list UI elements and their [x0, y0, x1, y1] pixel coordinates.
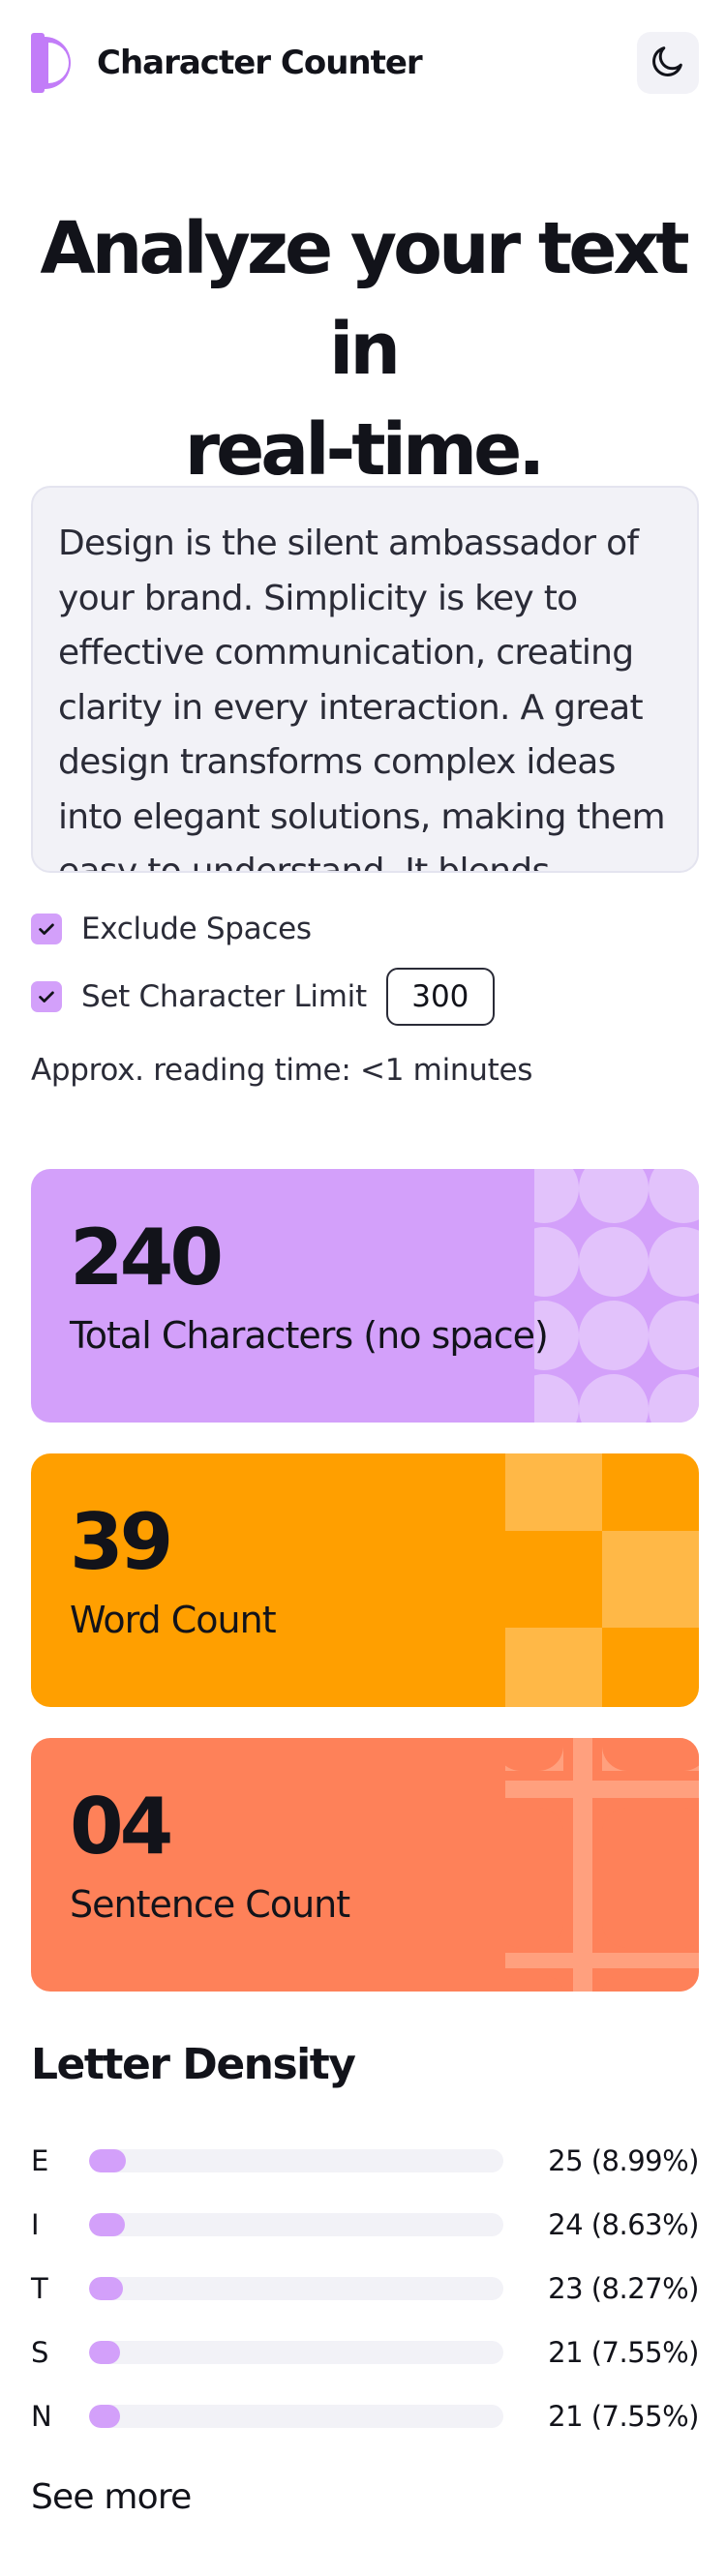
total-characters-value: 240 [70, 1213, 224, 1303]
density-bar-fill [89, 2405, 121, 2428]
rounded-grid-pattern [505, 1738, 699, 1992]
density-bar [89, 2149, 503, 2172]
hero-line-2: real-time. [184, 408, 546, 492]
sentence-count-card: 04 Sentence Count [31, 1738, 699, 1992]
density-letter: I [31, 2208, 40, 2241]
density-row: T 23 (8.27%) [31, 2257, 699, 2321]
text-input-area[interactable]: Design is the silent ambassador of your … [31, 486, 699, 873]
density-row: S 21 (7.55%) [31, 2321, 699, 2384]
exclude-spaces-checkbox[interactable] [31, 914, 62, 944]
density-letter: E [31, 2144, 49, 2177]
density-bar-fill [89, 2341, 121, 2364]
density-count: 25 (8.99%) [548, 2144, 699, 2177]
squares-pattern [505, 1453, 699, 1707]
app-title: Character Counter [97, 44, 423, 82]
exclude-spaces-option[interactable]: Exclude Spaces [31, 912, 312, 946]
total-characters-card: 240 Total Characters (no space) [31, 1169, 699, 1423]
character-limit-label: Set Character Limit [81, 979, 367, 1014]
exclude-spaces-label: Exclude Spaces [81, 912, 312, 946]
density-count: 21 (7.55%) [548, 2400, 699, 2433]
density-row: E 25 (8.99%) [31, 2129, 699, 2193]
reading-time: Approx. reading time: <1 minutes [31, 1053, 533, 1088]
text-input-value[interactable]: Design is the silent ambassador of your … [58, 517, 672, 871]
circles-pattern [505, 1169, 699, 1423]
sentence-count-label: Sentence Count [70, 1883, 350, 1926]
total-characters-label: Total Characters (no space) [70, 1314, 549, 1357]
letter-density-list: E 25 (8.99%) I 24 (8.63%) T 23 (8.27%) S… [31, 2129, 699, 2448]
header: Character Counter [31, 29, 699, 97]
density-letter: T [31, 2272, 48, 2305]
character-limit-checkbox[interactable] [31, 981, 62, 1012]
character-limit-option[interactable]: Set Character Limit 300 [31, 968, 495, 1026]
theme-toggle-button[interactable] [637, 32, 699, 94]
check-icon [39, 923, 54, 935]
density-bar-fill [89, 2149, 127, 2172]
see-more-link[interactable]: See more [31, 2477, 192, 2517]
density-bar [89, 2405, 503, 2428]
density-letter: S [31, 2336, 49, 2369]
density-count: 23 (8.27%) [548, 2272, 699, 2305]
word-count-label: Word Count [70, 1599, 277, 1641]
word-count-card: 39 Word Count [31, 1453, 699, 1707]
word-count-value: 39 [70, 1497, 173, 1587]
sentence-count-value: 04 [70, 1782, 173, 1872]
density-bar [89, 2213, 503, 2236]
hero-heading: Analyze your text in real-time. [19, 198, 707, 500]
hero-line-1: Analyze your text in [40, 207, 689, 391]
page: Character Counter Analyze your text in r… [0, 0, 726, 2576]
density-count: 21 (7.55%) [548, 2336, 699, 2369]
density-row: N 21 (7.55%) [31, 2384, 699, 2448]
half-circle-logo-icon [31, 33, 79, 93]
density-letter: N [31, 2400, 52, 2433]
density-bar [89, 2341, 503, 2364]
density-bar-fill [89, 2277, 124, 2300]
check-icon [39, 991, 54, 1003]
density-row: I 24 (8.63%) [31, 2193, 699, 2257]
character-limit-input[interactable]: 300 [385, 968, 495, 1026]
density-count: 24 (8.63%) [548, 2208, 699, 2241]
moon-icon [649, 42, 687, 84]
density-bar [89, 2277, 503, 2300]
letter-density-title: Letter Density [31, 2040, 356, 2089]
brand[interactable]: Character Counter [31, 33, 423, 93]
density-bar-fill [89, 2213, 125, 2236]
